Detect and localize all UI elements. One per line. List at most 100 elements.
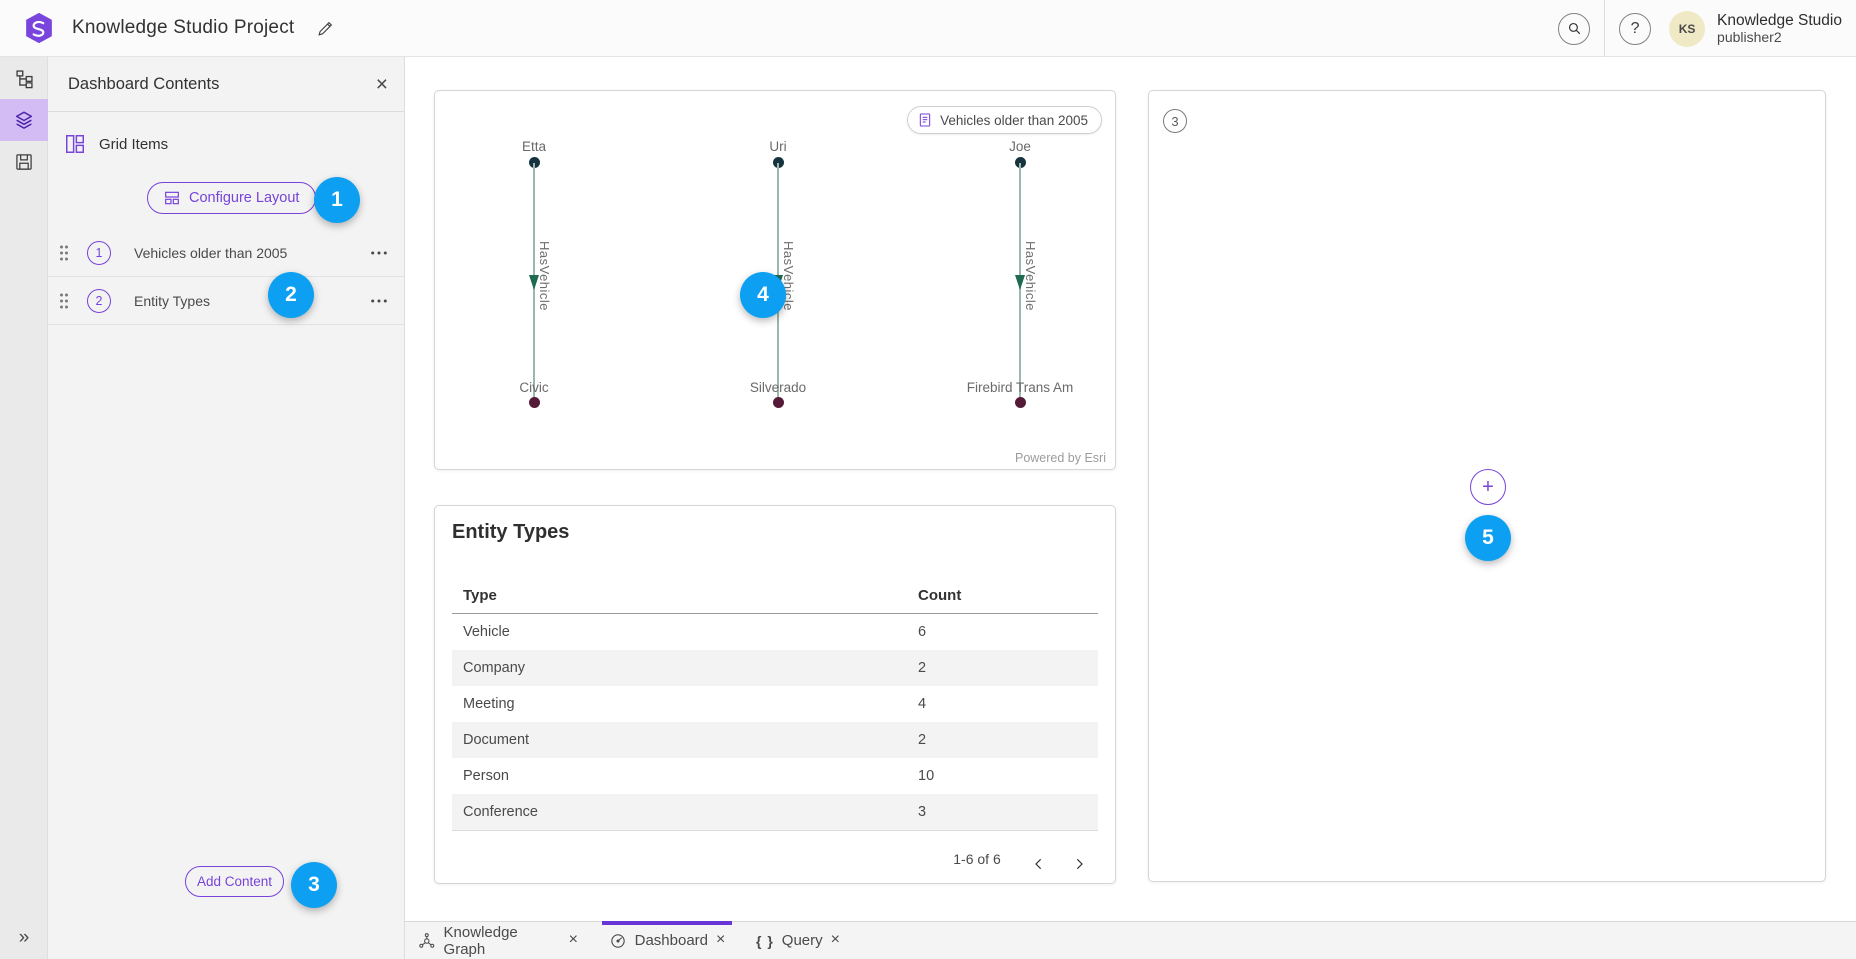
layout-icon	[164, 190, 180, 206]
close-tab-button[interactable]: ×	[569, 932, 578, 950]
dashboard-contents-panel: Dashboard Contents × Grid Items Configur…	[48, 57, 405, 959]
table-row[interactable]: Conference 3	[452, 794, 1098, 830]
graph-node-label[interactable]: Uri	[698, 139, 858, 154]
grid-items-section: Grid Items	[64, 129, 168, 159]
avatar[interactable]: KS	[1669, 11, 1705, 47]
cell-type: Company	[463, 660, 525, 676]
user-role: publisher2	[1717, 29, 1842, 45]
graph-column: Joe HasVehicle Firebird Trans Am	[940, 91, 1100, 469]
graph-node-label[interactable]: Etta	[454, 139, 614, 154]
header-divider	[1604, 0, 1605, 57]
table-row[interactable]: Person 10	[452, 758, 1098, 794]
curly-braces-icon: { }	[756, 933, 774, 949]
close-panel-button[interactable]: ×	[376, 74, 388, 95]
cell-type: Document	[463, 732, 529, 748]
annotation-badge-2: 2	[268, 272, 314, 318]
pagination-prev-button[interactable]	[1025, 850, 1053, 878]
close-tab-button[interactable]: ×	[716, 932, 725, 950]
column-header-type[interactable]: Type	[463, 587, 497, 604]
card-title: Entity Types	[452, 521, 569, 544]
annotation-badge-4: 4	[740, 272, 786, 318]
cell-count: 10	[918, 768, 934, 784]
dashboard-icon	[609, 932, 627, 950]
graph-node-vehicle[interactable]	[1015, 397, 1026, 408]
close-tab-button[interactable]: ×	[831, 932, 840, 950]
item-number-badge: 2	[87, 289, 111, 313]
panel-header: Dashboard Contents ×	[48, 57, 404, 112]
filter-chip-label: Vehicles older than 2005	[940, 113, 1088, 128]
expand-panel-button[interactable]: »	[0, 927, 48, 949]
help-icon: ?	[1631, 20, 1640, 38]
list-item-label: Vehicles older than 2005	[134, 245, 287, 261]
cell-count: 2	[918, 660, 926, 676]
graph-edge-label: HasVehicle	[1023, 241, 1038, 311]
table-row[interactable]: Meeting 4	[452, 686, 1098, 722]
cell-type: Vehicle	[463, 624, 510, 640]
hierarchy-icon	[14, 68, 35, 89]
graph-node-vehicle[interactable]	[529, 397, 540, 408]
tab-label: Dashboard	[635, 932, 708, 949]
search-button[interactable]	[1558, 13, 1590, 45]
graph-node-label[interactable]: Civic	[454, 380, 614, 395]
drag-handle-icon[interactable]	[58, 244, 70, 262]
rail-item-dashboard-contents[interactable]	[0, 99, 48, 141]
tab-knowledge-graph[interactable]: Knowledge Graph ×	[418, 922, 578, 959]
column-header-count[interactable]: Count	[918, 587, 961, 604]
table-row[interactable]: Company 2	[452, 650, 1098, 686]
empty-grid-cell-card: 3 + 5	[1148, 90, 1826, 882]
save-icon	[14, 152, 34, 172]
table-footer-divider	[452, 830, 1098, 831]
page-title: Knowledge Studio Project	[72, 17, 294, 39]
tab-dashboard[interactable]: Dashboard ×	[604, 922, 730, 959]
graph-edge-label: HasVehicle	[537, 241, 552, 311]
cell-count: 4	[918, 696, 926, 712]
pagination-range: 1-6 of 6	[932, 851, 1022, 867]
left-rail: »	[0, 57, 48, 959]
add-content-button[interactable]: Add Content	[185, 866, 284, 897]
esri-attribution: Powered by Esri	[1015, 451, 1106, 465]
graph-node-label[interactable]: Joe	[940, 139, 1100, 154]
graph-node-vehicle[interactable]	[773, 397, 784, 408]
list-item-label: Entity Types	[134, 293, 210, 309]
cell-count: 6	[918, 624, 926, 640]
configure-layout-button[interactable]: Configure Layout	[147, 182, 316, 214]
filter-chip[interactable]: Vehicles older than 2005	[907, 106, 1102, 134]
grid-items-label: Grid Items	[99, 136, 168, 153]
entity-types-card[interactable]: Entity Types Type Count Vehicle 6 Compan…	[434, 505, 1116, 884]
item-options-button[interactable]	[367, 241, 391, 265]
add-widget-button[interactable]: +	[1470, 469, 1506, 505]
table-row[interactable]: Document 2	[452, 722, 1098, 758]
tab-query[interactable]: { } Query ×	[748, 922, 848, 959]
help-button[interactable]: ?	[1619, 13, 1651, 45]
grid-cell-number-badge: 3	[1163, 109, 1187, 133]
cell-count: 3	[918, 804, 926, 820]
rail-item-knowledge-graph[interactable]	[0, 57, 48, 99]
drag-handle-icon[interactable]	[58, 292, 70, 310]
user-name: Knowledge Studio	[1717, 12, 1842, 30]
cell-type: Person	[463, 768, 509, 784]
user-info[interactable]: Knowledge Studio publisher2	[1717, 12, 1842, 46]
list-item-entity-types[interactable]: 2 Entity Types	[48, 277, 404, 325]
list-item-vehicles-older-than-2005[interactable]: 1 Vehicles older than 2005	[48, 229, 404, 277]
table-row[interactable]: Vehicle 6	[452, 614, 1098, 650]
ellipsis-icon	[370, 298, 388, 304]
ellipsis-icon	[370, 250, 388, 256]
edit-title-button[interactable]	[316, 19, 335, 38]
search-icon	[1566, 20, 1583, 37]
layers-icon	[13, 109, 35, 131]
pagination-next-button[interactable]	[1065, 850, 1093, 878]
cell-type: Meeting	[463, 696, 515, 712]
app-header: Knowledge Studio Project ? KS Knowledge …	[0, 0, 1856, 57]
configure-layout-label: Configure Layout	[189, 190, 299, 206]
pencil-icon	[316, 19, 335, 38]
app-logo-icon[interactable]	[24, 13, 54, 43]
view-tab-bar: Knowledge Graph × Dashboard × { } Query …	[405, 921, 1856, 959]
graph-node-label[interactable]: Silverado	[698, 380, 858, 395]
graph-node-label[interactable]: Firebird Trans Am	[940, 380, 1100, 395]
annotation-badge-3: 3	[291, 862, 337, 908]
table-body: Vehicle 6 Company 2 Meeting 4 Document 2…	[452, 614, 1098, 830]
rail-item-save[interactable]	[0, 141, 48, 183]
cell-type: Conference	[463, 804, 538, 820]
item-options-button[interactable]	[367, 289, 391, 313]
knowledge-graph-icon	[418, 932, 436, 950]
